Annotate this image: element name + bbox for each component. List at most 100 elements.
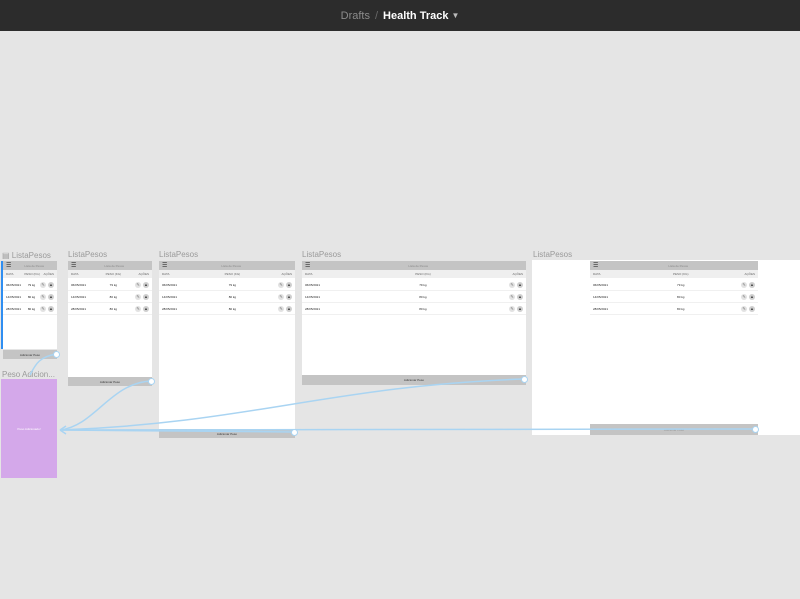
col-actions: AÇÕES [744,272,755,276]
trash-icon[interactable]: ▲ [143,293,149,300]
edit-icon[interactable]: ✎ [509,293,515,300]
row-date: 14/05/2021 [71,294,87,299]
edit-icon[interactable]: ✎ [135,281,141,288]
edit-icon[interactable]: ✎ [741,305,747,312]
trash-icon[interactable]: ▲ [143,281,149,288]
trash-icon[interactable]: ▲ [48,281,54,288]
row-date: 14/05/2021 [305,294,321,299]
trash-icon[interactable]: ▲ [143,305,149,312]
edit-icon[interactable]: ✎ [741,293,747,300]
prototype-link [59,380,152,431]
col-date: DATA [71,272,79,276]
trash-icon[interactable]: ▲ [749,293,755,300]
row-date: 06/05/2021 [71,282,87,287]
row-date: 28/05/2021 [71,306,87,311]
table-row: 06/05/2021 79 kg ✎ ▲ [3,279,57,291]
row-weight: 80 kg [419,294,427,299]
trash-icon[interactable]: ▲ [517,281,523,288]
row-date: 14/05/2021 [593,294,609,299]
trash-icon[interactable]: ▲ [48,305,54,312]
design-canvas[interactable]: ▤ ListaPesos ☰ Lista de Pesos DATA PESO (… [0,31,800,599]
edit-icon[interactable]: ✎ [40,305,46,312]
frame-label-3[interactable]: ListaPesos [159,250,198,259]
add-weight-button[interactable]: Adicionar Peso [302,375,526,385]
frame-label-5[interactable]: ListaPesos [533,250,572,259]
row-date: 06/05/2021 [593,282,609,287]
edit-icon[interactable]: ✎ [135,305,141,312]
row-weight: 80 kg [677,306,685,311]
table-row: 06/05/2021 79 kg ✎ ▲ [302,279,526,291]
row-weight: 80 kg [109,294,118,299]
link-handle[interactable] [752,426,759,433]
frame-label-4[interactable]: ListaPesos [302,250,341,259]
file-title[interactable]: Health Track [383,10,448,22]
row-date: 28/05/2021 [305,306,321,311]
frame-label-1[interactable]: ▤ ListaPesos [2,251,51,260]
link-handle[interactable] [148,378,155,385]
chevron-down-icon[interactable]: ▼ [451,11,459,20]
edit-icon[interactable]: ✎ [509,281,515,288]
trash-icon[interactable]: ▲ [286,281,292,288]
edit-icon[interactable]: ✎ [278,305,284,312]
row-weight: 80 kg [27,294,36,299]
col-weight: PESO (KG) [224,272,241,276]
row-date: 06/05/2021 [162,282,178,287]
row-date: 06/05/2021 [305,282,321,287]
row-date: 28/05/2021 [6,306,22,311]
column-header: DATA PESO (KG) AÇÕES [68,270,152,278]
col-date: DATA [6,272,14,276]
frame-lista-pesos-4[interactable]: ☰ Lista de Pesos DATA PESO (KG) AÇÕES 06/… [302,261,526,385]
row-weight: 80 kg [228,306,237,311]
edit-icon[interactable]: ✎ [135,293,141,300]
link-handle[interactable] [521,376,528,383]
col-actions: AÇÕES [512,272,523,276]
add-weight-button[interactable]: Adicionar Peso [3,350,57,359]
add-weight-button[interactable]: Adicionar Peso [159,429,295,438]
frame-lista-pesos-1[interactable]: ☰ Lista de Pesos DATA PESO (KG) AÇÕES 06/… [1,261,57,359]
col-date: DATA [593,272,601,276]
arrow-head-icon [59,425,67,435]
column-header: DATA PESO (KG) AÇÕES [590,270,758,278]
col-weight: PESO (KG) [672,272,689,276]
trash-icon[interactable]: ▲ [749,281,755,288]
frame-peso-adicionado[interactable]: Peso Adicionado! [1,379,57,478]
col-actions: AÇÕES [281,272,292,276]
app-header: ☰ Lista de Pesos [159,261,295,270]
frame-5-content: ☰ Lista de Pesos DATA PESO (KG) AÇÕES 06/… [590,261,758,435]
table-row: 14/05/2021 80 kg ✎ ▲ [302,291,526,303]
trash-icon[interactable]: ▲ [48,293,54,300]
row-date: 14/05/2021 [6,294,22,299]
link-handle[interactable] [291,429,298,436]
edit-icon[interactable]: ✎ [278,281,284,288]
edit-icon[interactable]: ✎ [509,305,515,312]
trash-icon[interactable]: ▲ [749,305,755,312]
edit-icon[interactable]: ✎ [278,293,284,300]
trash-icon[interactable]: ▲ [517,305,523,312]
row-date: 28/05/2021 [162,306,178,311]
breadcrumb-drafts[interactable]: Drafts [341,10,370,22]
trash-icon[interactable]: ▲ [517,293,523,300]
add-weight-button[interactable]: Adicionar Peso [590,424,758,435]
frame-lista-pesos-2[interactable]: ☰ Lista de Pesos DATA PESO (KG) AÇÕES 06/… [68,261,152,386]
frame-label-confirm[interactable]: Peso Adicion... [2,370,55,379]
edit-icon[interactable]: ✎ [40,281,46,288]
col-weight: PESO (KG) [105,272,122,276]
row-weight: 80 kg [27,306,36,311]
table-row: 28/05/2021 80 kg ✎ ▲ [3,303,57,315]
add-weight-button[interactable]: Adicionar Peso [68,377,152,386]
frame-lista-pesos-3[interactable]: ☰ Lista de Pesos DATA PESO (KG) AÇÕES 06/… [159,261,295,438]
edit-icon[interactable]: ✎ [741,281,747,288]
table-row: 14/05/2021 80 kg ✎ ▲ [159,291,295,303]
row-weight: 79 kg [27,282,36,287]
app-header: ☰ Lista de Pesos [68,261,152,270]
edit-icon[interactable]: ✎ [40,293,46,300]
frame-lista-pesos-5[interactable]: ☰ Lista de Pesos DATA PESO (KG) AÇÕES 06/… [532,260,800,435]
header-title: Lista de Pesos [24,263,45,268]
trash-icon[interactable]: ▲ [286,293,292,300]
frame-label-2[interactable]: ListaPesos [68,250,107,259]
table-row: 14/05/2021 80 kg ✎ ▲ [3,291,57,303]
row-weight: 79 kg [228,282,237,287]
file-title-bar: Drafts / Health Track ▼ [0,0,800,31]
link-handle[interactable] [53,351,60,358]
trash-icon[interactable]: ▲ [286,305,292,312]
